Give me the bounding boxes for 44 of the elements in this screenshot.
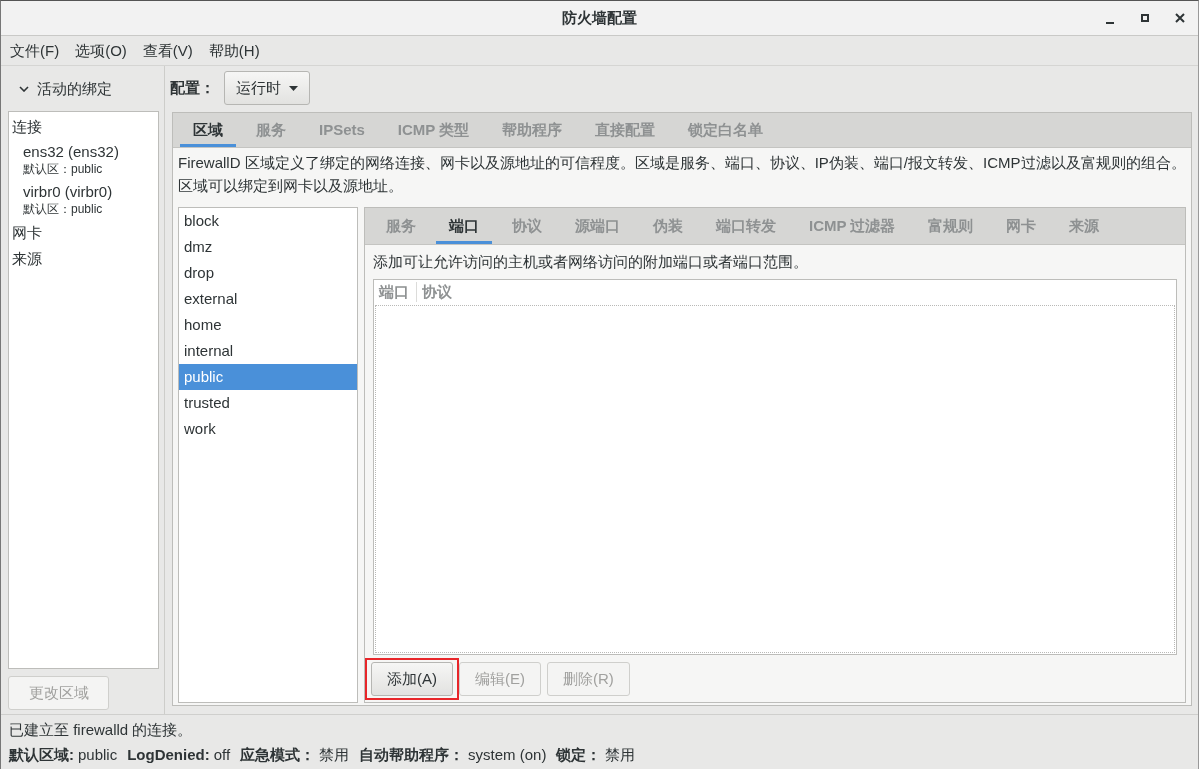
- zone-item[interactable]: block: [179, 208, 357, 234]
- configuration-label: 配置：: [170, 78, 215, 98]
- expander-label[interactable]: 活动的绑定: [37, 78, 112, 99]
- binding-section[interactable]: 连接: [9, 114, 158, 140]
- zone-item[interactable]: home: [179, 312, 357, 338]
- maximize-icon[interactable]: [1140, 14, 1149, 22]
- status-label: 锁定：: [556, 745, 602, 765]
- zone-item[interactable]: dmz: [179, 234, 357, 260]
- connection-item[interactable]: ens32 (ens32): [23, 143, 158, 161]
- status-value: system (on): [468, 745, 547, 765]
- menu-item[interactable]: 选项(O): [68, 40, 134, 61]
- status-value: 禁用: [319, 745, 350, 765]
- menu-item[interactable]: 查看(V): [135, 40, 200, 61]
- status-message: 已建立至 firewalld 的连接。: [9, 720, 194, 740]
- menu-item[interactable]: 帮助(H): [201, 40, 267, 61]
- menu-item[interactable]: 文件(F): [3, 40, 67, 61]
- status-label: 自动帮助程序：: [359, 745, 465, 765]
- default-zone-text: 默认区：public: [23, 201, 104, 217]
- status-label: 默认区域:: [9, 745, 74, 765]
- chevron-down-icon[interactable]: [19, 85, 29, 92]
- caret-icon: [289, 85, 298, 91]
- connection-item[interactable]: virbr0 (virbr0): [23, 183, 158, 201]
- tab[interactable]: 区域: [180, 113, 236, 147]
- binding-section[interactable]: 来源: [9, 246, 158, 272]
- tab[interactable]: 端口: [436, 208, 492, 244]
- status-label: LogDenied:: [127, 745, 210, 765]
- zone-item[interactable]: drop: [179, 260, 357, 286]
- status-value: off: [213, 745, 231, 765]
- zone-item[interactable]: internal: [179, 338, 357, 364]
- close-icon[interactable]: [1174, 13, 1185, 23]
- window-title: 防火墙配置: [562, 8, 637, 28]
- configuration-dropdown[interactable]: 运行时: [224, 71, 310, 105]
- zone-item[interactable]: external: [179, 286, 357, 312]
- zone-item[interactable]: trusted: [179, 390, 357, 416]
- status-value: public: [78, 745, 118, 765]
- zone-description: FirewallD 区域定义了绑定的网络连接、网卡以及源地址的可信程度。区域是服务、端口、协议、IP伪装、端口/报文转发、ICMP过滤以及富规则的组合。区域可以绑定到网卡以及源地址。: [178, 153, 1186, 196]
- status-value: 禁用: [605, 745, 636, 765]
- status-label: 应急模式：: [240, 745, 316, 765]
- zone-item[interactable]: work: [179, 416, 357, 442]
- default-zone-text: 默认区：public: [23, 161, 104, 177]
- ports-description: 添加可让允许访问的主机或者网络访问的附加端口或者端口范围。: [372, 252, 809, 272]
- binding-section[interactable]: 网卡: [9, 220, 158, 246]
- minimize-icon[interactable]: [1105, 21, 1114, 24]
- action-button[interactable]: 添加(A): [371, 662, 453, 696]
